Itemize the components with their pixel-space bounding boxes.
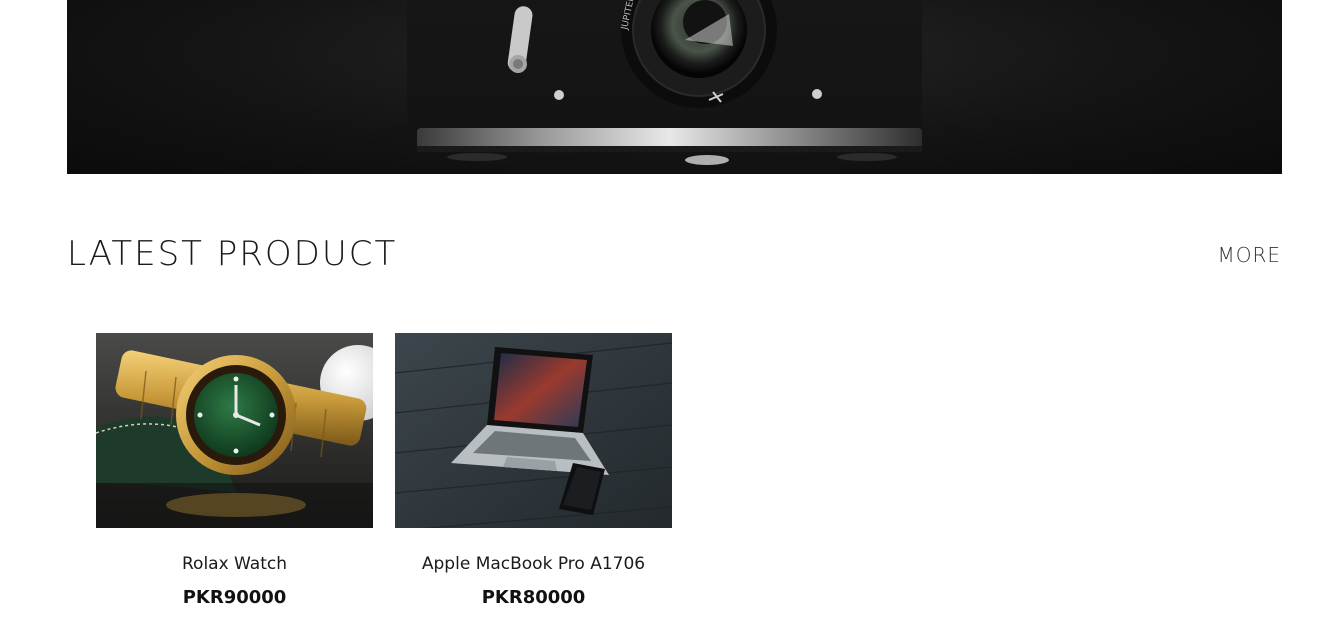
page: JUPITER LATEST PRODUCT MORE Rolax Watch … — [0, 0, 1339, 630]
watch-photo-icon — [96, 333, 373, 528]
product-name[interactable]: Rolax Watch — [96, 554, 373, 574]
hero-banner: JUPITER — [67, 0, 1282, 174]
product-image[interactable] — [96, 333, 373, 528]
laptop-photo-icon — [395, 333, 672, 528]
product-price: PKR90000 — [182, 587, 287, 608]
product-image[interactable] — [395, 333, 672, 528]
product-card[interactable]: Rolax Watch PKR90000 — [96, 333, 373, 609]
more-link[interactable]: MORE — [1217, 242, 1281, 268]
product-card[interactable]: Apple MacBook Pro A1706 PKR80000 — [395, 333, 672, 609]
product-grid: Rolax Watch PKR90000 Apple MacBook Pro A… — [96, 333, 672, 609]
camera-photo-icon: JUPITER — [407, 0, 922, 165]
product-price: PKR80000 — [481, 587, 586, 608]
product-name[interactable]: Apple MacBook Pro A1706 — [395, 554, 672, 574]
section-title: LATEST PRODUCT — [67, 234, 398, 274]
